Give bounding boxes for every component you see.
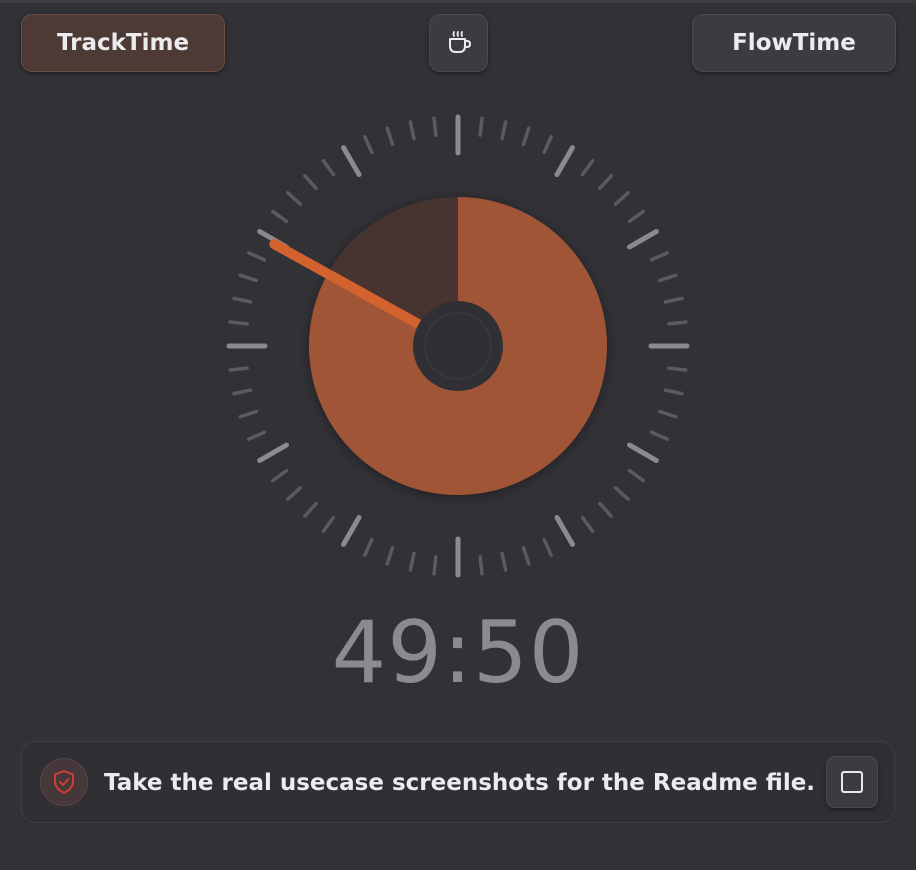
minor-tick <box>363 537 374 557</box>
minor-tick <box>238 273 259 283</box>
minor-tick <box>657 409 678 419</box>
minor-tick <box>613 486 630 501</box>
minor-tick <box>385 126 395 147</box>
coffee-cup-icon <box>448 31 471 53</box>
minor-tick <box>432 555 438 576</box>
minor-tick <box>649 251 669 262</box>
minor-tick <box>247 430 267 441</box>
minor-tick <box>598 501 613 518</box>
minor-tick <box>247 251 267 262</box>
minor-tick <box>657 273 678 283</box>
minor-tick <box>432 116 438 137</box>
minor-tick <box>321 515 336 534</box>
task-title: Take the real usecase screenshots for th… <box>104 770 816 796</box>
current-task-card: Take the real usecase screenshots for th… <box>21 741 895 823</box>
task-complete-checkbox[interactable] <box>826 756 878 808</box>
checkbox-square-icon <box>841 771 863 793</box>
minor-tick <box>232 296 253 304</box>
major-tick <box>341 145 362 178</box>
minor-tick <box>667 320 688 326</box>
major-tick <box>554 514 575 547</box>
tracktime-mode-button[interactable]: TrackTime <box>21 14 225 72</box>
minor-tick <box>580 515 595 534</box>
minor-tick <box>270 468 289 483</box>
timer-readout: 49:50 <box>331 603 585 703</box>
minor-tick <box>385 545 395 566</box>
major-tick <box>626 229 659 250</box>
minor-tick <box>408 120 416 141</box>
minor-tick <box>286 486 303 501</box>
window-top-edge <box>0 0 916 3</box>
shield-check-icon <box>54 770 74 794</box>
major-tick <box>554 145 575 178</box>
major-tick <box>626 442 659 463</box>
minor-tick <box>363 135 374 155</box>
minor-tick <box>598 174 613 191</box>
minor-tick <box>303 174 318 191</box>
minor-tick <box>408 551 416 572</box>
minor-tick <box>321 158 336 177</box>
minor-tick <box>478 116 484 137</box>
minor-tick <box>667 366 688 372</box>
minor-tick <box>228 366 249 372</box>
minor-tick <box>303 501 318 518</box>
minor-tick <box>627 468 646 483</box>
minor-tick <box>500 120 508 141</box>
flowtime-mode-button[interactable]: FlowTime <box>692 14 896 72</box>
minor-tick <box>521 545 531 566</box>
minor-tick <box>613 191 630 206</box>
major-tick <box>341 514 362 547</box>
minor-tick <box>228 320 249 326</box>
major-tick <box>257 442 290 463</box>
minor-tick <box>542 537 553 557</box>
minor-tick <box>500 551 508 572</box>
minor-tick <box>663 296 684 304</box>
dial-hub <box>413 301 503 391</box>
minor-tick <box>232 388 253 396</box>
minor-tick <box>580 158 595 177</box>
minor-tick <box>542 135 553 155</box>
minor-tick <box>478 555 484 576</box>
break-button[interactable] <box>429 14 488 72</box>
minor-tick <box>663 388 684 396</box>
minor-tick <box>238 409 259 419</box>
minor-tick <box>521 126 531 147</box>
timer-dial[interactable] <box>218 106 698 586</box>
minor-tick <box>270 209 289 224</box>
minor-tick <box>649 430 669 441</box>
minor-tick <box>286 191 303 206</box>
task-icon-badge <box>40 758 88 806</box>
minor-tick <box>627 209 646 224</box>
